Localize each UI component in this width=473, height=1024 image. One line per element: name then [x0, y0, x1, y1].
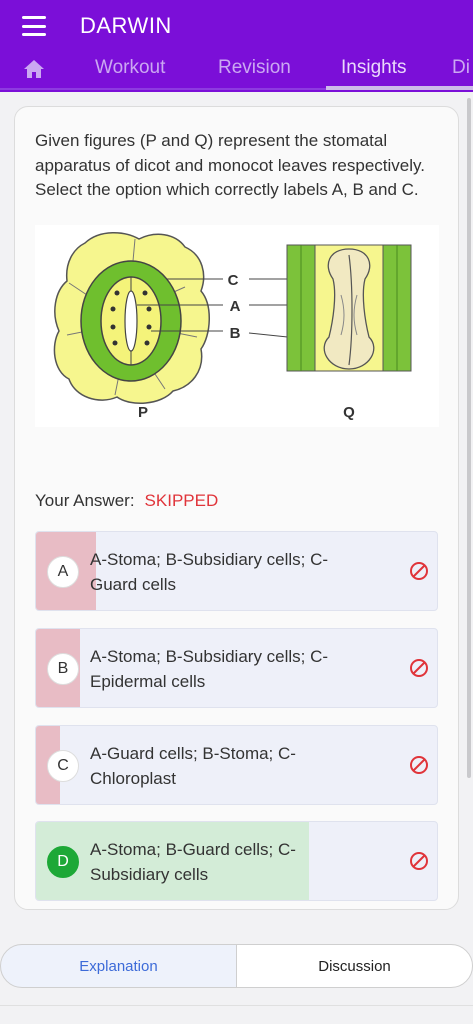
- home-icon[interactable]: [22, 58, 46, 80]
- figure-q-monocot-stoma: [286, 244, 412, 372]
- app-title: DARWIN: [80, 13, 172, 38]
- label-c: C: [228, 272, 239, 289]
- tab-track: [0, 88, 326, 90]
- option-b-letter: B: [47, 653, 79, 685]
- no-entry-icon: [410, 852, 428, 870]
- question-text: Given figures (P and Q) represent the st…: [35, 131, 425, 199]
- tab-explanation[interactable]: Explanation: [0, 944, 237, 988]
- option-d-letter: D: [47, 846, 79, 878]
- option-c-letter: C: [47, 750, 79, 782]
- your-answer-label: Your Answer:: [35, 491, 135, 510]
- question-card: Given figures (P and Q) represent the st…: [14, 106, 459, 910]
- tab-insights[interactable]: Insights: [341, 57, 406, 79]
- tab-revision[interactable]: Revision: [218, 57, 291, 79]
- no-entry-icon: [410, 756, 428, 774]
- stomata-figure: C A B P Q: [35, 225, 439, 427]
- label-a: A: [230, 298, 241, 315]
- tab-bar: Workout Revision Insights Di: [0, 50, 473, 88]
- figure-p-dicot-stoma: [53, 232, 210, 404]
- label-p: P: [138, 404, 148, 421]
- option-b-text: A-Stoma; B-Subsidiary cells; C-Epidermal…: [90, 647, 329, 691]
- option-a-text: A-Stoma; B-Subsidiary cells; C-Guard cel…: [90, 550, 329, 594]
- divider: [0, 1005, 473, 1006]
- label-q: Q: [343, 404, 355, 421]
- option-a-letter: A: [47, 556, 79, 588]
- tab-workout[interactable]: Workout: [95, 57, 165, 79]
- no-entry-icon: [410, 562, 428, 580]
- option-d-text: A-Stoma; B-Guard cells; C-Subsidiary cel…: [90, 840, 296, 884]
- option-c[interactable]: C A-Guard cells; B-Stoma; C-Chloroplast: [35, 725, 438, 805]
- option-c-text: A-Guard cells; B-Stoma; C-Chloroplast: [90, 744, 296, 788]
- your-answer: Your Answer: SKIPPED: [35, 491, 218, 511]
- tab-discussion[interactable]: Discussion: [236, 944, 473, 988]
- app-bar: DARWIN Workout Revision Insights Di: [0, 0, 473, 92]
- answer-status: SKIPPED: [144, 491, 219, 510]
- tab-di[interactable]: Di: [452, 57, 470, 79]
- option-a[interactable]: A A-Stoma; B-Subsidiary cells; C-Guard c…: [35, 531, 438, 611]
- option-b[interactable]: B A-Stoma; B-Subsidiary cells; C-Epiderm…: [35, 628, 438, 708]
- menu-icon[interactable]: [20, 14, 48, 38]
- label-b: B: [230, 325, 241, 342]
- scrollbar[interactable]: [467, 98, 471, 778]
- tab-indicator: [326, 86, 473, 90]
- no-entry-icon: [410, 659, 428, 677]
- bottom-tab-bar: Explanation Discussion: [0, 944, 473, 988]
- option-d[interactable]: D A-Stoma; B-Guard cells; C-Subsidiary c…: [35, 821, 438, 901]
